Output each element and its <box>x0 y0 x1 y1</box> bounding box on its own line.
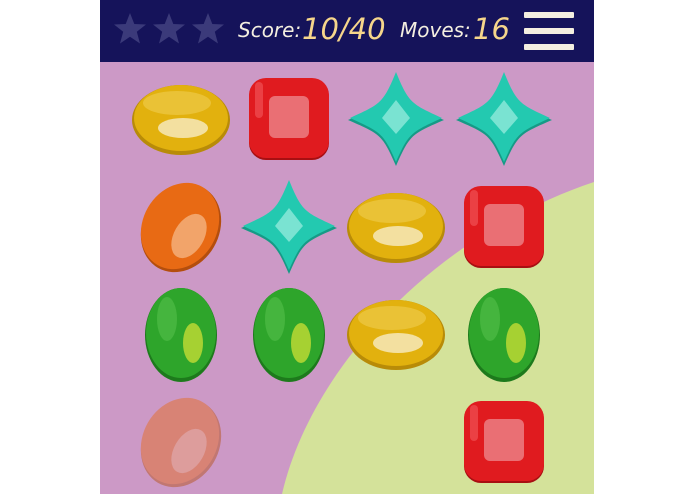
candy-yellow-oval[interactable] <box>131 70 231 170</box>
menu-icon-bar <box>524 28 574 34</box>
candy-red-square[interactable] <box>454 178 554 278</box>
score-value: 10/40 <box>302 12 386 46</box>
menu-icon-bar <box>524 44 574 50</box>
candy-teal-star[interactable] <box>239 178 339 278</box>
candy-red-square[interactable] <box>239 70 339 170</box>
candy-orange-oval-faded <box>131 393 231 493</box>
candy-green-oval[interactable] <box>454 285 554 385</box>
candy-yellow-oval[interactable] <box>346 178 446 278</box>
candy-green-oval[interactable] <box>131 285 231 385</box>
candy-green-oval[interactable] <box>239 285 339 385</box>
star-icon-1 <box>114 13 146 44</box>
game-board <box>100 62 594 494</box>
game-area: Score: 10/40 Moves: 16 <box>100 0 594 494</box>
moves-label: Moves: <box>400 18 471 42</box>
star-icon-2 <box>153 13 185 44</box>
candy-orange-oval[interactable] <box>131 178 231 278</box>
menu-icon-bar <box>524 12 574 18</box>
candy-teal-star[interactable] <box>454 70 554 170</box>
star-icon-3 <box>192 13 224 44</box>
candy-yellow-oval[interactable] <box>346 285 446 385</box>
moves-value: 16 <box>473 12 510 46</box>
menu-button[interactable] <box>524 12 574 50</box>
candy-red-square[interactable] <box>454 393 554 493</box>
candy-teal-star[interactable] <box>346 70 446 170</box>
hud-bar: Score: 10/40 Moves: 16 <box>100 0 594 62</box>
score-label: Score: <box>238 18 302 42</box>
